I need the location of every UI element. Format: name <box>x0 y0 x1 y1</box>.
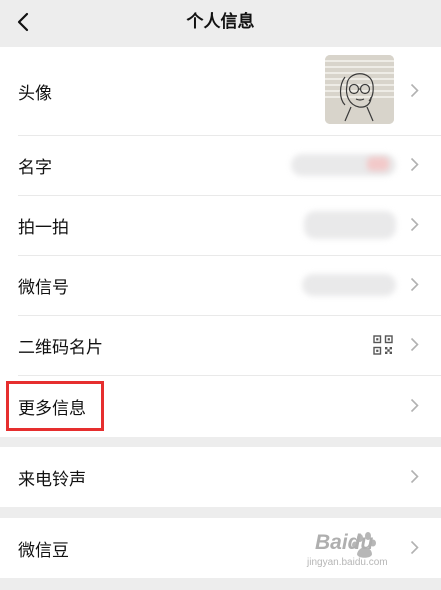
ringtone-group: 来电铃声 <box>0 447 441 507</box>
row-label-name: 名字 <box>18 157 52 178</box>
avatar-image <box>325 55 394 124</box>
qr-code-icon <box>373 335 393 355</box>
row-label-pat: 拍一拍 <box>18 217 69 238</box>
row-label-qr-card: 二维码名片 <box>18 337 103 358</box>
row-name[interactable]: 名字 <box>0 135 441 195</box>
row-wechat-id[interactable]: 微信号 <box>0 255 441 315</box>
navigation-bar: 个人信息 <box>0 0 441 44</box>
chevron-right-icon <box>410 540 419 555</box>
row-qr-card[interactable]: 二维码名片 <box>0 315 441 375</box>
row-label-more-info: 更多信息 <box>18 398 86 419</box>
row-avatar[interactable]: 头像 <box>0 47 441 135</box>
row-label-avatar: 头像 <box>18 83 52 104</box>
name-value-redacted-tint <box>367 157 389 171</box>
pat-value-redacted <box>304 211 396 239</box>
chevron-right-icon <box>410 157 419 172</box>
row-wechat-beans[interactable]: 微信豆 <box>0 518 441 578</box>
row-label-ringtone: 来电铃声 <box>18 469 86 490</box>
row-label-wechat-id: 微信号 <box>18 277 69 298</box>
row-ringtone[interactable]: 来电铃声 <box>0 447 441 507</box>
row-more-info[interactable]: 更多信息 <box>0 375 441 437</box>
wechat-id-value-redacted <box>302 274 396 296</box>
chevron-right-icon <box>410 277 419 292</box>
chevron-right-icon <box>410 398 419 413</box>
chevron-right-icon <box>410 469 419 484</box>
wechat-beans-group: 微信豆 <box>0 518 441 578</box>
profile-info-group: 头像 名字 拍一拍 微信号 二维码名片 更多信息 <box>0 47 441 437</box>
chevron-right-icon <box>410 337 419 352</box>
chevron-right-icon <box>410 83 419 98</box>
page-title: 个人信息 <box>186 12 255 32</box>
row-label-wechat-beans: 微信豆 <box>18 540 69 561</box>
chevron-right-icon <box>410 217 419 232</box>
avatar[interactable] <box>325 55 394 124</box>
row-pat[interactable]: 拍一拍 <box>0 195 441 255</box>
